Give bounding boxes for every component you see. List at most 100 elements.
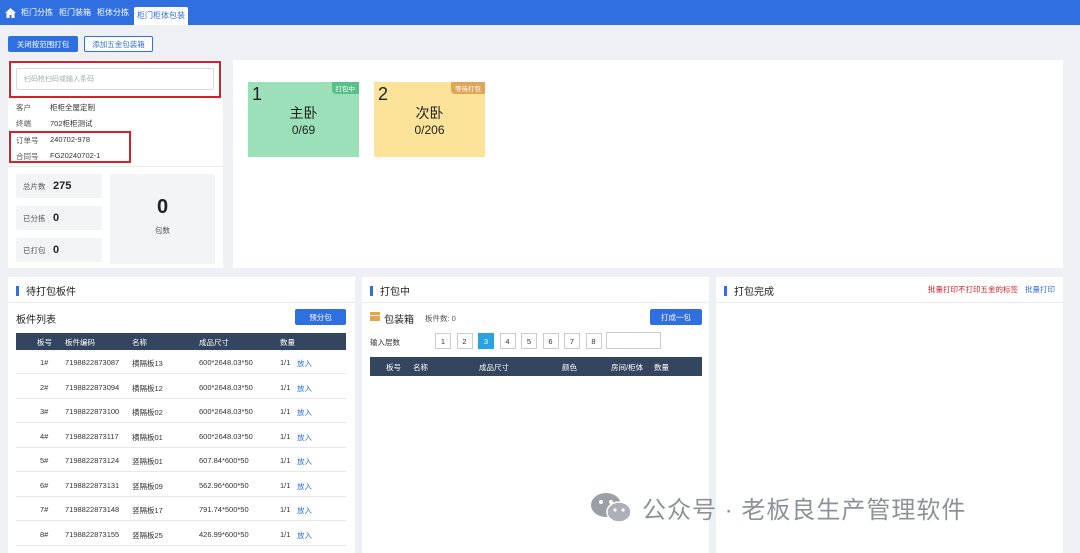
table-row: 5# 7198822873124 竖隔板01 607.84*600*50 1/1 放入: [16, 448, 346, 472]
table-cell: 1/1: [280, 529, 291, 539]
insert-link[interactable]: 放入: [297, 505, 312, 516]
table-cell: 4#: [40, 431, 49, 441]
tab-door-cabinet-packing[interactable]: 柜门柜体包装: [134, 7, 188, 25]
table-cell: 3#: [40, 407, 49, 416]
table-cell: 7198822873148: [65, 505, 120, 514]
add-hardware-box-button[interactable]: 添加五金包装箱: [84, 36, 153, 52]
table-cell: 1/1: [280, 456, 291, 465]
tab-door-boxing[interactable]: 柜门装箱: [56, 0, 94, 25]
info-terminal: 终端 702柜柜测试: [16, 119, 93, 128]
insert-link[interactable]: 放入: [297, 358, 312, 369]
top-nav: 柜门分拣 柜门装箱 柜体分拣 柜门柜体包装: [0, 0, 1080, 25]
table-cell: 7198822873094: [65, 382, 120, 392]
divider: [8, 166, 223, 167]
insert-link[interactable]: 放入: [297, 407, 312, 418]
insert-link[interactable]: 放入: [297, 456, 312, 467]
page-button-2[interactable]: 2: [456, 333, 473, 349]
divider: [8, 302, 355, 303]
table-cell: 竖隔板17: [132, 506, 163, 515]
table-cell: 7198822873124: [65, 456, 120, 465]
table-cell: 横隔板12: [132, 383, 163, 393]
table-cell: 607.84*600*50: [199, 456, 249, 465]
table-cell: 426.99*600*50: [199, 529, 249, 539]
highlight-scan: [9, 61, 221, 98]
table-cell: 600*2648.03*50: [199, 407, 253, 416]
table-cell: 1/1: [280, 480, 291, 490]
stat-total: 总片数 275: [16, 174, 102, 198]
page-button-3[interactable]: 3: [478, 333, 494, 349]
table-cell: 600*2648.03*50: [199, 431, 253, 441]
table-cell: 600*2648.03*50: [199, 382, 253, 392]
layer-label: 输入层数: [370, 338, 400, 347]
insert-link[interactable]: 放入: [297, 383, 312, 394]
table-row: 6# 7198822873131 竖隔板09 562.96*600*50 1/1 放入: [16, 472, 346, 497]
info-customer: 客户 柜柜全屋定制: [16, 103, 95, 112]
table-cell: 7198822873100: [65, 407, 120, 416]
tab-door-sorting[interactable]: 柜门分拣: [18, 0, 56, 25]
wechat-icon: [590, 492, 632, 524]
table-row: 8# 7198822873155 竖隔板25 426.99*600*50 1/1 放入: [16, 521, 346, 546]
close-range-pack-button[interactable]: 关闭按范围打包: [8, 36, 78, 52]
layer-input[interactable]: [606, 332, 661, 349]
panel-count: 板件数: 0: [425, 314, 456, 323]
tab-cabinet-sorting[interactable]: 柜体分拣: [94, 0, 132, 25]
table-cell: 竖隔板01: [132, 457, 163, 466]
packing-title: 打包中: [370, 283, 410, 298]
table-cell: 6#: [40, 480, 49, 490]
table-cell: 竖隔板09: [132, 481, 163, 491]
insert-link[interactable]: 放入: [297, 530, 312, 541]
page-button-6[interactable]: 6: [542, 333, 559, 349]
page-button-5[interactable]: 5: [521, 333, 537, 349]
insert-link[interactable]: 放入: [297, 481, 312, 492]
table-cell: 横隔板01: [132, 432, 163, 442]
status-badge: 等待打包: [451, 82, 485, 94]
table-cell: 7198822873117: [65, 431, 119, 441]
divider: [716, 302, 1063, 303]
table-cell: 1#: [40, 358, 49, 367]
table-cell: 7198822873087: [65, 358, 120, 367]
batch-print-link[interactable]: 批量打印: [1025, 284, 1055, 295]
stat-packages: 0 包数: [110, 174, 215, 264]
batch-print-no-hardware-link[interactable]: 批量打印不打印五金的标签: [928, 284, 1018, 295]
packing-table-header: 板号 名称 成品尺寸 颜色 房间/柜体 数量: [370, 357, 702, 376]
table-cell: 横隔板02: [132, 408, 163, 417]
table-cell: 7198822873131: [65, 480, 120, 490]
table-cell: 791.74*500*50: [199, 505, 249, 514]
pack-one-button[interactable]: 打成一包: [650, 309, 702, 325]
page-button-1[interactable]: 1: [435, 333, 451, 349]
table-cell: 600*2648.03*50: [199, 358, 253, 367]
box-icon: [370, 312, 380, 321]
table-cell: 8#: [40, 529, 49, 539]
page-button-4[interactable]: 4: [499, 333, 516, 349]
table-cell: 1/1: [280, 358, 291, 367]
table-header: 板号 板件编码 名称 成品尺寸 数量: [16, 333, 346, 350]
table-cell: 1/1: [280, 382, 291, 392]
pending-title: 待打包板件: [16, 283, 76, 298]
table-row: 2# 7198822873094 横隔板12 600*2648.03*50 1/1 放入: [16, 374, 346, 399]
done-title: 打包完成: [724, 283, 774, 298]
insert-link[interactable]: 放入: [297, 432, 312, 443]
watermark: 公众号 · 老板良生产管理软件: [590, 490, 966, 525]
table-row: 7# 7198822873148 竖隔板17 791.74*500*50 1/1 放入: [16, 497, 346, 521]
prepack-button[interactable]: 预分包: [295, 309, 346, 325]
table-cell: 562.96*600*50: [199, 480, 249, 490]
page-button-7[interactable]: 7: [564, 333, 580, 349]
table-cell: 竖隔板25: [132, 530, 163, 540]
room-card-second-bedroom[interactable]: 2 等待打包 次卧 0/206: [374, 82, 485, 157]
table-cell: 横隔板13: [132, 359, 163, 368]
table-cell: 7198822873155: [65, 529, 120, 539]
table-cell: 1/1: [280, 505, 291, 514]
table-cell: 7#: [40, 505, 49, 514]
divider: [362, 302, 709, 303]
table-row: 4# 7198822873117 横隔板01 600*2648.03*50 1/1 放入: [16, 423, 346, 448]
table-cell: 1/1: [280, 431, 291, 441]
table-row: 3# 7198822873100 横隔板02 600*2648.03*50 1/1 放入: [16, 399, 346, 423]
page-button-8[interactable]: 8: [585, 333, 602, 349]
highlight-order: [9, 131, 131, 163]
status-badge: 打包中: [331, 82, 359, 94]
room-card-master-bedroom[interactable]: 1 打包中 主卧 0/69: [248, 82, 359, 157]
table-cell: 5#: [40, 456, 49, 465]
table-cell: 2#: [40, 382, 49, 392]
list-title: 板件列表: [16, 315, 56, 326]
home-icon[interactable]: [2, 0, 18, 25]
